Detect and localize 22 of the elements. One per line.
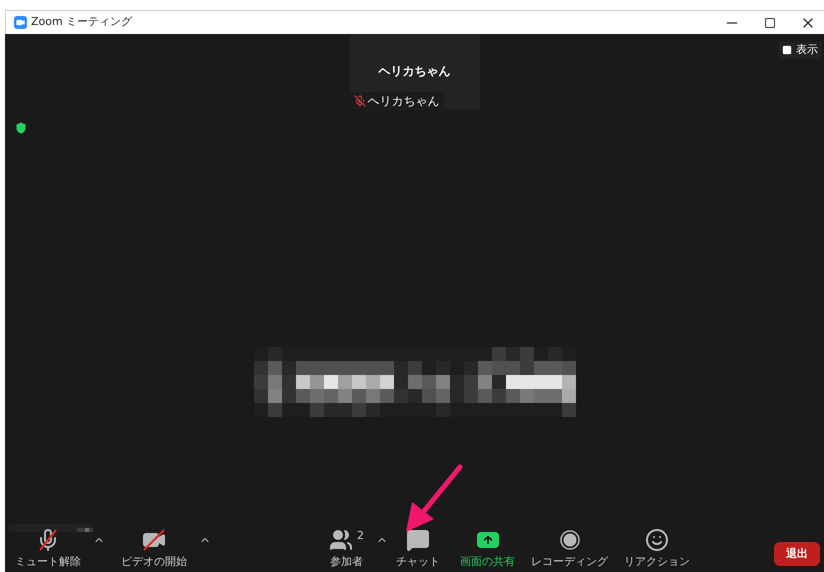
maximize-button[interactable] xyxy=(764,16,776,28)
chat-button[interactable]: チャット xyxy=(388,528,448,570)
participant-name: ヘリカちゃん xyxy=(377,63,452,80)
window-title: Zoom ミーティング xyxy=(31,14,132,30)
leave-button[interactable]: 退出 xyxy=(774,542,820,566)
speech-bubble-icon xyxy=(406,528,430,552)
participant-count: 2 xyxy=(357,528,364,544)
shield-icon xyxy=(15,122,27,134)
reaction-button[interactable]: リアクション xyxy=(616,528,698,570)
participants-button[interactable]: 2 参加者 xyxy=(321,528,372,570)
video-button[interactable]: ビデオの開始 xyxy=(113,528,195,570)
arrow-drawing xyxy=(404,464,464,534)
view-button[interactable]: 表示 xyxy=(778,42,822,58)
smiley-icon xyxy=(645,528,669,552)
share-button[interactable]: 画面の共有 xyxy=(452,528,523,570)
people-icon xyxy=(329,528,353,552)
participant-label: ヘリカちゃん xyxy=(368,93,440,110)
record-button[interactable]: レコーディング xyxy=(523,528,616,570)
mic-button[interactable]: ミュート解除 xyxy=(7,528,89,570)
app-logo-icon xyxy=(14,16,27,29)
record-icon xyxy=(560,530,580,550)
share-screen-icon xyxy=(476,532,498,548)
